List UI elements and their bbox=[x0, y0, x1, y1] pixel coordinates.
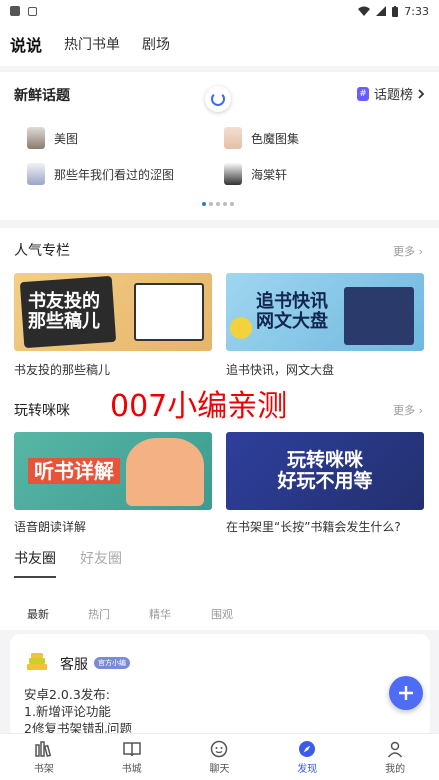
status-bar: 7:33 bbox=[0, 0, 439, 22]
nav-profile[interactable]: 我的 bbox=[351, 734, 439, 780]
official-badge: 官方小编 bbox=[94, 657, 130, 669]
status-notifications bbox=[10, 6, 37, 16]
bookshelf-icon bbox=[34, 740, 54, 758]
status-time: 7:33 bbox=[404, 4, 429, 18]
pager-dot[interactable] bbox=[216, 202, 220, 206]
app-notification-icon bbox=[28, 6, 37, 16]
banner-caption[interactable]: 语音朗读详解 bbox=[14, 518, 86, 535]
mimi-title: 玩转咪咪 bbox=[14, 403, 70, 419]
banner-art bbox=[344, 287, 414, 345]
post-content: 安卓2.0.3发布: 1.新增评论功能 2修复书架错乱问题 bbox=[24, 686, 132, 737]
topic-thumbnail bbox=[224, 163, 242, 185]
post-card[interactable]: 客服 官方小编 安卓2.0.3发布: 1.新增评论功能 2修复书架错乱问题 bbox=[10, 634, 430, 738]
nav-label: 我的 bbox=[385, 763, 406, 775]
topic-rank-label: 话题榜 bbox=[373, 88, 413, 103]
more-label: 更多 bbox=[393, 404, 416, 417]
nav-chat[interactable]: 聊天 bbox=[176, 734, 264, 780]
fresh-topics-title: 新鲜话题 bbox=[14, 88, 70, 104]
columns-title: 人气专栏 bbox=[14, 243, 70, 259]
banner-art bbox=[126, 438, 204, 506]
hashtag-icon: # bbox=[356, 86, 369, 101]
friends-section: 书友圈 好友圈 最新 热门 精华 围观 bbox=[0, 548, 439, 630]
topic-label: 美图 bbox=[54, 131, 79, 146]
post-author[interactable]: 客服 bbox=[60, 654, 88, 674]
banner-listen[interactable]: 听书详解 bbox=[14, 432, 212, 510]
chevron-right-icon bbox=[418, 88, 425, 99]
signal-icon bbox=[376, 6, 387, 16]
fresh-topics-card: 新鲜话题 # 话题榜 美图 色魔图集 那些年我们看过的涩图 海棠轩 bbox=[0, 72, 439, 220]
topic-item[interactable]: 海棠轩 bbox=[224, 163, 287, 185]
topic-item[interactable]: 色魔图集 bbox=[224, 127, 299, 149]
nav-label: 聊天 bbox=[209, 763, 230, 775]
nav-label: 发现 bbox=[297, 763, 318, 775]
banner-art bbox=[230, 317, 252, 339]
notification-icon bbox=[10, 6, 20, 16]
banner-submissions[interactable]: 书友投的 那些稿儿 bbox=[14, 273, 212, 351]
avatar[interactable] bbox=[26, 652, 48, 672]
topic-rank-link[interactable]: # 话题榜 bbox=[356, 84, 425, 103]
pager-dot[interactable] bbox=[223, 202, 227, 206]
wifi-icon bbox=[358, 6, 371, 16]
top-tab-bar: 说说 热门书单 剧场 bbox=[0, 22, 439, 66]
pager-dot[interactable] bbox=[230, 202, 234, 206]
chat-icon bbox=[209, 740, 229, 758]
compass-icon bbox=[297, 740, 317, 758]
topic-thumbnail bbox=[224, 127, 242, 149]
tab-book-friends[interactable]: 书友圈 bbox=[14, 548, 56, 578]
banner-text: 书友投的 那些稿儿 bbox=[28, 291, 100, 332]
add-post-button[interactable] bbox=[389, 676, 423, 710]
books-avatar-icon bbox=[27, 653, 47, 670]
post-line: 1.新增评论功能 bbox=[24, 704, 111, 719]
carousel-pager bbox=[202, 202, 234, 206]
loading-spinner bbox=[205, 86, 231, 112]
banner-caption[interactable]: 追书快讯，网文大盘 bbox=[226, 361, 334, 378]
banner-caption[interactable]: 书友投的那些稿儿 bbox=[14, 361, 110, 378]
tab-hot-booklists[interactable]: 热门书单 bbox=[64, 34, 120, 54]
banner-text: 玩转咪咪 好玩不用等 bbox=[277, 449, 373, 492]
mimi-more-link[interactable]: 更多 › bbox=[393, 402, 423, 418]
topic-item[interactable]: 美图 bbox=[27, 127, 78, 149]
subtab-watch[interactable]: 围观 bbox=[211, 606, 233, 622]
nav-bookshelf[interactable]: 书架 bbox=[0, 734, 88, 780]
tab-theater[interactable]: 剧场 bbox=[142, 34, 170, 54]
nav-label: 书城 bbox=[121, 763, 142, 775]
subtab-latest[interactable]: 最新 bbox=[27, 606, 49, 622]
nav-bookstore[interactable]: 书城 bbox=[88, 734, 176, 780]
banner-text: 听书详解 bbox=[28, 458, 120, 484]
banner-news[interactable]: 追书快讯 网文大盘 bbox=[226, 273, 424, 351]
nav-label: 书架 bbox=[33, 763, 54, 775]
nav-discover[interactable]: 发现 bbox=[263, 734, 351, 780]
spinner-icon bbox=[211, 92, 225, 106]
banner-text: 追书快讯 网文大盘 bbox=[256, 291, 328, 332]
bottom-nav: 书架 书城 聊天 发现 我的 bbox=[0, 733, 439, 780]
topic-thumbnail bbox=[27, 163, 45, 185]
pager-dot[interactable] bbox=[202, 202, 206, 206]
topic-thumbnail bbox=[27, 127, 45, 149]
banner-art bbox=[134, 283, 204, 341]
topic-label: 海棠轩 bbox=[251, 167, 288, 182]
columns-more-link[interactable]: 更多 › bbox=[393, 243, 423, 259]
banner-caption[interactable]: 在书架里“长按”书籍会发生什么? bbox=[226, 518, 401, 535]
topic-label: 色魔图集 bbox=[251, 131, 300, 146]
watermark: 007小编亲测 bbox=[110, 389, 288, 424]
user-icon bbox=[385, 740, 405, 758]
battery-icon bbox=[392, 5, 399, 17]
post-line: 安卓2.0.3发布: bbox=[24, 687, 111, 702]
subtab-featured[interactable]: 精华 bbox=[149, 606, 171, 622]
tab-friends[interactable]: 好友圈 bbox=[80, 548, 122, 568]
book-icon bbox=[122, 740, 142, 758]
status-right: 7:33 bbox=[358, 5, 429, 18]
topic-item[interactable]: 那些年我们看过的涩图 bbox=[27, 163, 174, 185]
banner-mimi[interactable]: 玩转咪咪 好玩不用等 bbox=[226, 432, 424, 510]
tab-shuoshuo[interactable]: 说说 bbox=[10, 32, 43, 58]
subtab-hot[interactable]: 热门 bbox=[88, 606, 110, 622]
pager-dot[interactable] bbox=[209, 202, 213, 206]
more-label: 更多 bbox=[393, 245, 416, 258]
plus-icon bbox=[399, 686, 413, 700]
topic-label: 那些年我们看过的涩图 bbox=[54, 167, 175, 182]
